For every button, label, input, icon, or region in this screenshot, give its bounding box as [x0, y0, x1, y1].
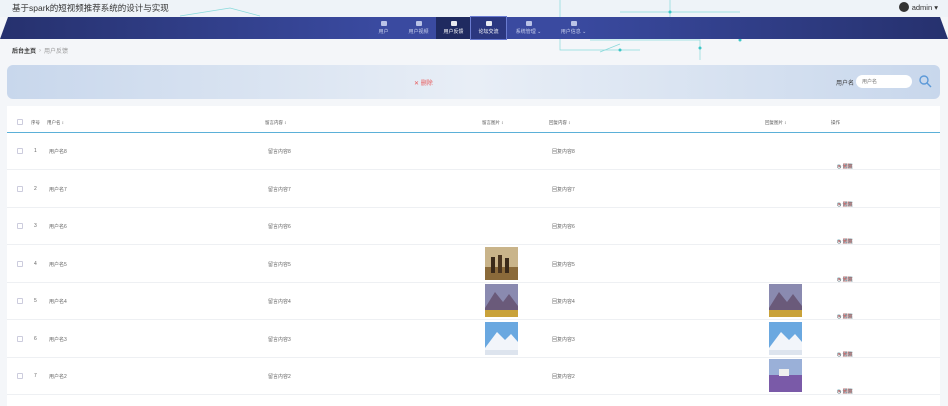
cell-reply: 回复内容8	[552, 149, 575, 155]
cell-reply: 回复内容7	[552, 186, 575, 193]
cell-message: 留言内容2	[268, 374, 291, 380]
cell-username: 用户名7	[49, 186, 67, 193]
cell-message: 留言内容4	[268, 299, 291, 305]
cell-reply: 回复内容4	[552, 299, 575, 305]
delete-button[interactable]: ✕ 删除	[837, 388, 853, 395]
search-label: 用户名	[836, 81, 855, 87]
table-row: 5 用户名4 留言内容4 回复内容4 ◷ 详情 ✎ 修改 ◷ 回复 ✕ 删除	[7, 282, 940, 320]
row-checkbox[interactable]	[17, 223, 23, 229]
table-header: 序号 用户名 ↕ 留言内容 ↕ 留言图片 ↕ 回复内容 ↕ 回复图片 ↕ 操作	[7, 112, 940, 133]
nav-item-user-video[interactable]: 用户视频	[401, 17, 436, 39]
avatar-icon	[898, 2, 909, 12]
reply-image[interactable]	[769, 359, 802, 392]
main-nav: 用户 用户视频 用户反馈 论坛交流 系统管理 ⌄ 用户信息 ⌄	[366, 16, 596, 40]
breadcrumb-home[interactable]: 后台主页	[12, 46, 36, 55]
table-row: 6 用户名3 留言内容3 回复内容3 ◷ 详情 ✎ 修改 ◷ 回复 ✕ 删除	[7, 320, 940, 358]
row-checkbox[interactable]	[17, 260, 23, 267]
header-username[interactable]: 用户名 ↕	[47, 120, 64, 126]
card-icon	[570, 21, 577, 26]
message-image[interactable]	[485, 246, 518, 280]
table-row: 3 用户名6 留言内容6 回复内容6 ◷ 详情 ✎ 修改 ◷ 回复 ✕ 删除	[7, 207, 940, 245]
user-menu[interactable]: admin ▾	[898, 2, 938, 12]
cell-reply: 回复内容6	[552, 224, 575, 230]
top-bar: 基于spark的短视频推荐系统的设计与实现 admin ▾	[0, 0, 948, 17]
header-actions: 操作	[831, 120, 840, 125]
table-row: 1 用户名8 留言内容8 回复内容8 ◷ 详情 ✎ 修改 ◷ 回复 ✕ 删除	[7, 132, 940, 170]
cell-username: 用户名6	[49, 224, 67, 230]
nav-item-system[interactable]: 系统管理 ⌄	[506, 17, 551, 39]
row-checkbox[interactable]	[17, 298, 23, 304]
nav-item-feedback[interactable]: 用户反馈	[436, 17, 471, 39]
reply-image[interactable]	[769, 284, 802, 317]
row-checkbox[interactable]	[17, 373, 23, 379]
header-message-image[interactable]: 留言图片 ↕	[482, 120, 504, 126]
search-banner	[7, 65, 940, 99]
cell-message: 留言内容8	[268, 149, 291, 155]
header-message[interactable]: 留言内容 ↕	[265, 120, 287, 126]
row-checkbox[interactable]	[17, 148, 23, 154]
cell-message: 留言内容3	[268, 336, 291, 343]
cell-index: 6	[34, 335, 37, 342]
table-row: 2 用户名7 留言内容7 回复内容7 ◷ 详情 ✎ 修改 ◷ 回复 ✕ 删除	[7, 170, 940, 208]
cell-message: 留言内容5	[268, 261, 291, 268]
site-title: 基于spark的短视频推荐系统的设计与实现	[12, 3, 169, 13]
cell-username: 用户名3	[49, 336, 67, 343]
cell-username: 用户名2	[49, 374, 67, 380]
user-icon	[450, 21, 457, 26]
building-icon	[525, 21, 532, 26]
row-checkbox[interactable]	[17, 335, 23, 342]
row-checkbox[interactable]	[17, 185, 23, 192]
header-reply-image[interactable]: 回复图片 ↕	[765, 120, 787, 126]
batch-delete-button[interactable]: ✕ 删除	[414, 78, 433, 87]
cell-index: 7	[34, 373, 37, 379]
nav-item-userinfo[interactable]: 用户信息 ⌄	[551, 17, 596, 39]
cell-username: 用户名5	[49, 261, 67, 268]
cell-username: 用户名4	[49, 299, 67, 305]
reply-image[interactable]	[769, 321, 802, 355]
message-image[interactable]	[485, 321, 518, 355]
cell-username: 用户名8	[49, 149, 67, 155]
search-input[interactable]	[856, 75, 912, 88]
breadcrumb-sep: ›	[39, 47, 42, 54]
feedback-table: 序号 用户名 ↕ 留言内容 ↕ 留言图片 ↕ 回复内容 ↕ 回复图片 ↕ 操作 …	[7, 106, 940, 406]
grid-icon	[415, 21, 422, 26]
header-index: 序号	[31, 120, 40, 125]
cell-reply: 回复内容5	[552, 261, 575, 268]
header-reply[interactable]: 回复内容 ↕	[549, 120, 571, 126]
table-row: 4 用户名5 留言内容5 回复内容5 ◷ 详情 ✎ 修改 ◷ 回复 ✕ 删除	[7, 245, 940, 283]
home-icon	[380, 21, 387, 26]
search-icon[interactable]	[918, 74, 932, 88]
cell-reply: 回复内容2	[552, 374, 575, 380]
cell-message: 留言内容6	[268, 224, 291, 230]
message-image[interactable]	[485, 284, 518, 317]
breadcrumb: 后台主页 › 用户反馈	[12, 46, 69, 56]
select-all-checkbox[interactable]	[17, 119, 23, 125]
cell-message: 留言内容7	[268, 186, 291, 193]
user-name: admin ▾	[911, 2, 938, 12]
table-row: 7 用户名2 留言内容2 回复内容2 ◷ 详情 ✎ 修改 ◷ 回复 ✕ 删除	[7, 357, 940, 395]
user-icon	[485, 21, 492, 26]
cell-index: 2	[34, 185, 37, 192]
cell-index: 1	[34, 148, 37, 154]
cell-index: 4	[34, 260, 37, 267]
cell-reply: 回复内容3	[552, 336, 575, 343]
cell-index: 5	[34, 298, 37, 304]
breadcrumb-current: 用户反馈	[44, 49, 69, 55]
nav-item-user[interactable]: 用户	[366, 17, 401, 39]
nav-item-forum[interactable]: 论坛交流	[470, 16, 507, 40]
cell-index: 3	[34, 223, 37, 229]
